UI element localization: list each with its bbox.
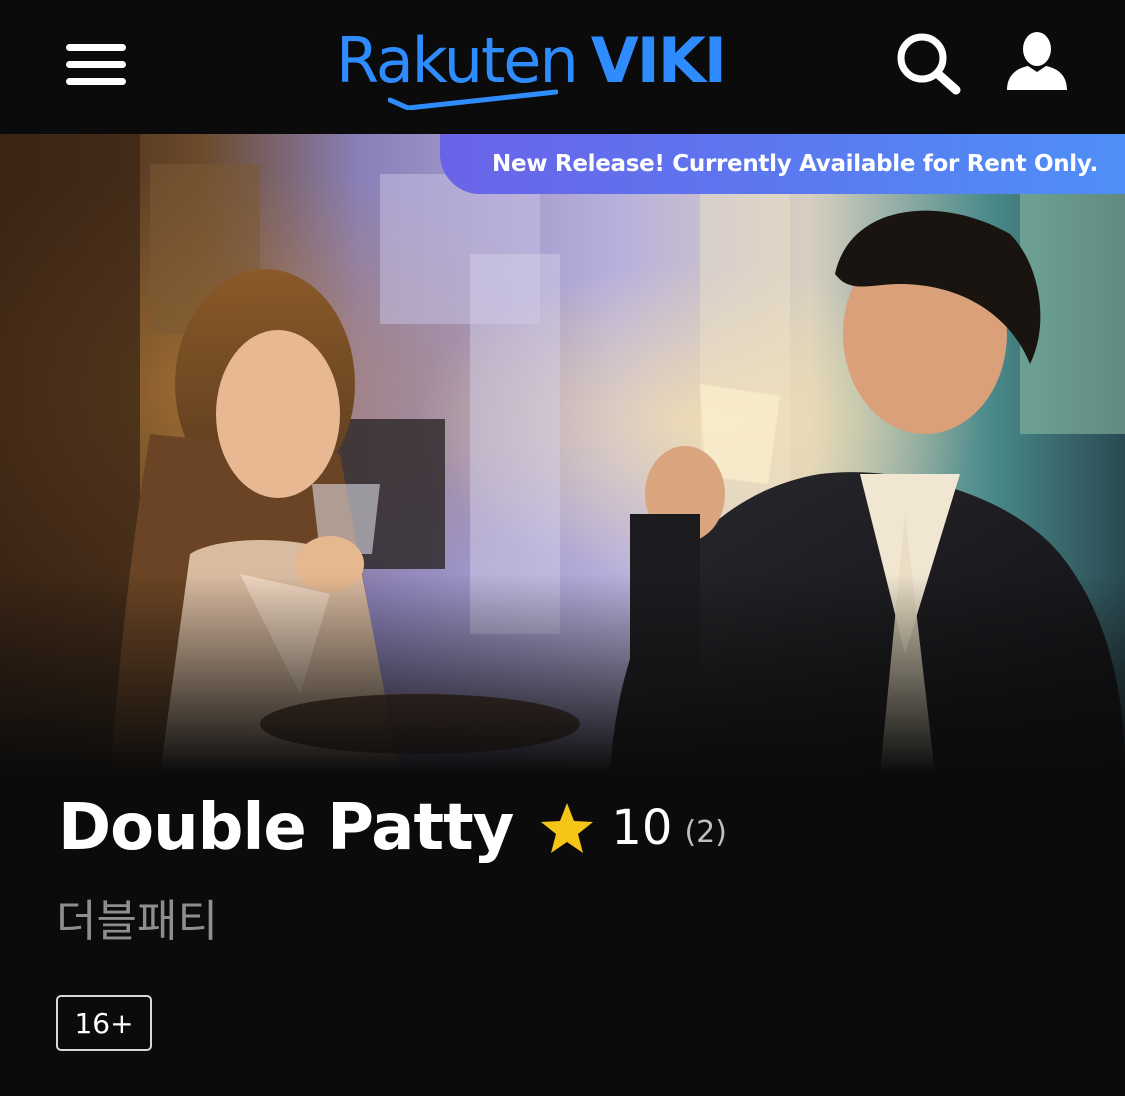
age-rating-badge: 16+ (56, 995, 152, 1051)
user-profile-icon[interactable] (1004, 30, 1070, 92)
logo-wordmark: Rakuten VIKI (336, 24, 727, 97)
hamburger-menu-icon[interactable] (66, 40, 128, 88)
show-title: Double Patty (58, 791, 514, 865)
native-title: 더블패티 (56, 896, 218, 947)
logo-word-viki: VIKI (590, 24, 727, 97)
hero-bottom-fade (0, 574, 1125, 774)
star-icon (541, 803, 594, 853)
logo-swoosh-icon (388, 89, 558, 110)
new-release-banner: New Release! Currently Available for Ren… (440, 134, 1125, 194)
rating-count: (2) (684, 814, 727, 850)
top-nav-bar: Rakuten VIKI (0, 0, 1125, 134)
app-screen: Rakuten VIKI New Release! Currently Avai… (0, 0, 1125, 1096)
rakuten-viki-logo[interactable]: Rakuten VIKI (336, 26, 756, 110)
search-icon[interactable] (894, 30, 964, 96)
rating-value: 10 (611, 800, 673, 856)
logo-word-rakuten: Rakuten (336, 24, 579, 97)
new-release-banner-text: New Release! Currently Available for Ren… (492, 151, 1098, 177)
title-row: Double Patty 10 (2) (58, 788, 727, 868)
hero-image[interactable] (0, 134, 1125, 774)
